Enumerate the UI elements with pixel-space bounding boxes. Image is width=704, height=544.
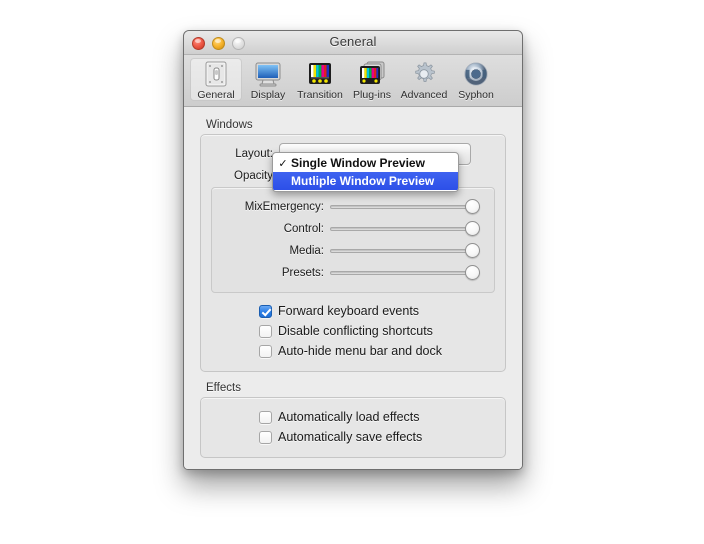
preferences-window: General General Display Transition Plug-… (183, 30, 523, 470)
menu-item-label: Single Window Preview (291, 156, 425, 170)
slider-thumb[interactable] (465, 221, 480, 236)
gear-icon (398, 60, 450, 88)
opacity-row-label: Opacity (234, 170, 273, 182)
slider-track (330, 227, 480, 231)
toolbar-label-syphon: Syphon (458, 89, 494, 101)
toolbar-item-syphon[interactable]: Syphon (450, 58, 502, 101)
slider-track (330, 271, 480, 275)
menu-item-multiple-window-preview[interactable]: Mutliple Window Preview (273, 172, 458, 190)
preferences-toolbar: General Display Transition Plug-ins Adva… (184, 55, 522, 107)
toolbar-label-plugins: Plug-ins (353, 89, 391, 101)
slider-label-control: Control: (283, 223, 324, 235)
switch-plate-icon (190, 60, 242, 88)
toolbar-label-general: General (197, 89, 235, 101)
slider-track (330, 205, 480, 209)
effects-groupbox: Automatically load effects Automatically… (200, 397, 506, 458)
slider-mixemergency[interactable] (330, 198, 480, 216)
toolbar-item-transition[interactable]: Transition (294, 58, 346, 101)
slider-row-mixemergency: MixEmergency: (212, 196, 486, 218)
slider-thumb[interactable] (465, 243, 480, 258)
slider-media[interactable] (330, 242, 480, 260)
checkbox-row-auto-hide-menu-bar[interactable]: Auto-hide menu bar and dock (259, 341, 495, 361)
checkbox-row-forward-keyboard-events[interactable]: Forward keyboard events (259, 301, 495, 321)
toolbar-item-display[interactable]: Display (242, 58, 294, 101)
toolbar-item-advanced[interactable]: Advanced (398, 58, 450, 101)
effects-checkbox-list: Automatically load effects Automatically… (211, 407, 495, 447)
checkbox-label-auto-save-effects: Automatically save effects (278, 430, 423, 444)
checkbox-row-disable-conflicting-shortcuts[interactable]: Disable conflicting shortcuts (259, 321, 495, 341)
checkbox-row-auto-load-effects[interactable]: Automatically load effects (259, 407, 495, 427)
toolbar-label-advanced: Advanced (400, 89, 448, 101)
toolbar-item-general[interactable]: General (190, 58, 242, 101)
checkbox-label-auto-load-effects: Automatically load effects (278, 410, 420, 424)
color-bars-stack-icon (346, 60, 398, 88)
slider-thumb[interactable] (465, 199, 480, 214)
window-title: General (329, 34, 377, 49)
layout-popup-menu[interactable]: ✓ Single Window Preview Mutliple Window … (272, 152, 459, 192)
menu-item-single-window-preview[interactable]: ✓ Single Window Preview (273, 154, 458, 172)
slider-label-presets: Presets: (281, 267, 324, 279)
slider-row-media: Media: (212, 240, 486, 262)
windows-section-label: Windows (206, 119, 253, 131)
windows-checkbox-list: Forward keyboard events Disable conflict… (211, 301, 495, 361)
layout-row-label: Layout: (235, 148, 273, 160)
effects-section-label: Effects (206, 382, 241, 394)
checkbox-label-auto-hide-menu-bar: Auto-hide menu bar and dock (278, 344, 442, 358)
toolbar-label-transition: Transition (297, 89, 343, 101)
checkbox-forward-keyboard-events[interactable] (259, 304, 272, 318)
syphon-orb-icon (450, 60, 502, 88)
slider-track (330, 249, 480, 253)
slider-thumb[interactable] (465, 265, 480, 280)
toolbar-label-display: Display (250, 89, 286, 101)
monitor-icon (242, 60, 294, 88)
menu-item-label: Mutliple Window Preview (291, 174, 435, 188)
checkbox-label-disable-conflicting-shortcuts: Disable conflicting shortcuts (278, 324, 433, 338)
checkbox-label-forward-keyboard-events: Forward keyboard events (278, 304, 420, 318)
slider-control[interactable] (330, 220, 480, 238)
checkbox-row-auto-save-effects[interactable]: Automatically save effects (259, 427, 495, 447)
checkbox-auto-load-effects[interactable] (259, 410, 272, 424)
checkbox-auto-save-effects[interactable] (259, 430, 272, 444)
slider-label-media: Media: (289, 245, 324, 257)
menu-check-icon: ✓ (278, 157, 288, 170)
toolbar-item-plugins[interactable]: Plug-ins (346, 58, 398, 101)
checkbox-disable-conflicting-shortcuts[interactable] (259, 324, 272, 338)
slider-presets[interactable] (330, 264, 480, 282)
slider-label-mixemergency: MixEmergency: (244, 201, 324, 213)
opacity-sliders-groupbox: MixEmergency: Control: Media: Presets: (211, 187, 495, 293)
slider-row-control: Control: (212, 218, 486, 240)
checkbox-auto-hide-menu-bar[interactable] (259, 344, 272, 358)
window-titlebar[interactable]: General (184, 31, 522, 55)
slider-row-presets: Presets: (212, 262, 486, 284)
color-bars-icon (294, 60, 346, 88)
